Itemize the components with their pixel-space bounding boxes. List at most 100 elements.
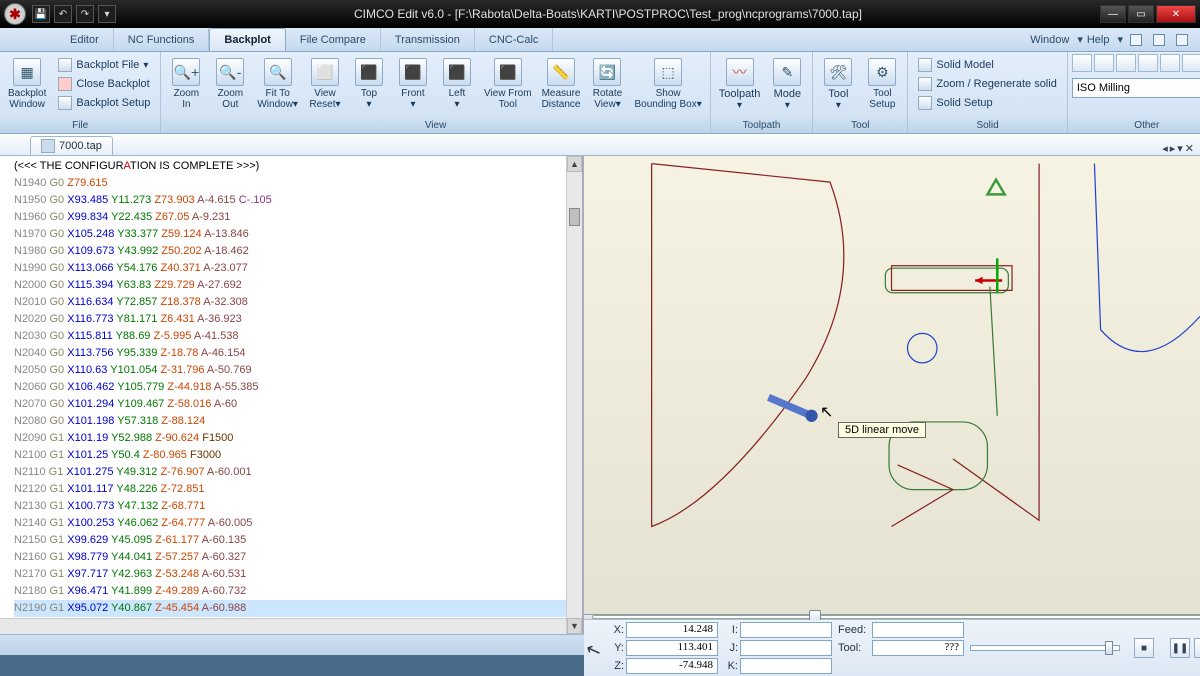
- code-line[interactable]: N2160 G1 X98.779 Y44.041 Z-57.257 A-60.3…: [14, 549, 572, 566]
- other-icon-3[interactable]: [1116, 54, 1136, 72]
- code-line[interactable]: N2010 G0 X116.634 Y72.857 Z18.378 A-32.3…: [14, 294, 572, 311]
- code-line[interactable]: N2130 G1 X100.773 Y47.132 Z-68.771: [14, 498, 572, 515]
- code-line[interactable]: N2100 G1 X101.25 Y50.4 Z-80.965 F3000: [14, 447, 572, 464]
- view-btn-view-from[interactable]: ⬛View FromTool: [480, 54, 536, 112]
- tab-close-icon[interactable]: ✕: [1185, 142, 1194, 155]
- code-line[interactable]: N2030 G0 X115.811 Y88.69 Z-5.995 A-41.53…: [14, 328, 572, 345]
- tab-cnc-calc[interactable]: CNC-Calc: [475, 28, 554, 51]
- code-line[interactable]: N2080 G0 X101.198 Y57.318 Z-88.124: [14, 413, 572, 430]
- step-fwd-button[interactable]: ▸: [1194, 638, 1200, 658]
- code-line[interactable]: N2120 G1 X101.117 Y48.226 Z-72.851: [14, 481, 572, 498]
- tool-setup-button[interactable]: ⚙Tool Setup: [861, 54, 903, 112]
- other-icon-4[interactable]: [1138, 54, 1158, 72]
- view-btn-fit-to[interactable]: 🔍Fit ToWindow▾: [253, 54, 302, 112]
- view-btn-top[interactable]: ⬛Top▾: [348, 54, 390, 112]
- close-backplot-button[interactable]: Close Backplot: [54, 75, 154, 93]
- view-btn-rotate[interactable]: 🔄RotateView▾: [586, 54, 628, 112]
- milling-dropdown[interactable]: ISO Milling▾: [1072, 78, 1200, 98]
- code-line[interactable]: N2170 G1 X97.717 Y42.963 Z-53.248 A-60.5…: [14, 566, 572, 583]
- editor-hscroll[interactable]: [0, 618, 566, 634]
- code-editor[interactable]: (<<< THE CONFIGURATION IS COMPLETE >>>) …: [0, 156, 582, 634]
- close-button[interactable]: ✕: [1156, 5, 1196, 23]
- readout-i: [740, 622, 832, 638]
- tab-list-icon[interactable]: ▾: [1177, 142, 1183, 155]
- tab-prev-icon[interactable]: ◂: [1162, 142, 1168, 155]
- speed-thumb[interactable]: [1105, 641, 1113, 655]
- code-line[interactable]: N2110 G1 X101.275 Y49.312 Z-76.907 A-60.…: [14, 464, 572, 481]
- code-line[interactable]: N1940 G0 Z79.615: [14, 175, 572, 192]
- maximize-button[interactable]: ▭: [1128, 5, 1154, 23]
- undo-icon[interactable]: ↶: [54, 5, 72, 23]
- slider-track[interactable]: [592, 615, 1200, 619]
- code-line[interactable]: N2140 G1 X100.253 Y46.062 Z-64.777 A-60.…: [14, 515, 572, 532]
- view-btn-measure[interactable]: 📏MeasureDistance: [538, 54, 585, 112]
- window-menu[interactable]: Window: [1030, 34, 1069, 46]
- view-btn-show[interactable]: ⬚ShowBounding Box▾: [630, 54, 705, 112]
- help-menu[interactable]: Help: [1087, 34, 1110, 46]
- code-line[interactable]: N1950 G0 X93.485 Y11.273 Z73.903 A-4.615…: [14, 192, 572, 209]
- pause-button[interactable]: ❚❚: [1170, 638, 1190, 658]
- readout-tool: ???: [872, 640, 964, 656]
- document-tab[interactable]: 7000.tap: [30, 136, 113, 155]
- code-line[interactable]: N2150 G1 X99.629 Y45.095 Z-61.177 A-60.1…: [14, 532, 572, 549]
- backplot-window-button[interactable]: ▦ Backplot Window: [4, 54, 50, 112]
- speed-slider[interactable]: [970, 645, 1120, 651]
- mdi-minimize-icon[interactable]: [1130, 34, 1142, 46]
- stop-button[interactable]: ■: [1134, 638, 1154, 658]
- redo-icon[interactable]: ↷: [76, 5, 94, 23]
- code-line[interactable]: N2180 G1 X96.471 Y41.899 Z-49.289 A-60.7…: [14, 583, 572, 600]
- editor-vscroll[interactable]: ▲▼: [566, 156, 582, 634]
- code-line[interactable]: N2000 G0 X115.394 Y63.83 Z29.729 A-27.69…: [14, 277, 572, 294]
- mdi-close-icon[interactable]: [1176, 34, 1188, 46]
- tab-file-compare[interactable]: File Compare: [286, 28, 381, 51]
- other-icon-6[interactable]: [1182, 54, 1200, 72]
- tab-backplot[interactable]: Backplot: [209, 28, 285, 51]
- solid-setup-button[interactable]: Solid Setup: [914, 94, 1060, 112]
- code-line[interactable]: N2070 G0 X101.294 Y109.467 Z-58.016 A-60: [14, 396, 572, 413]
- code-line[interactable]: N1960 G0 X99.834 Y22.435 Z67.05 A-9.231: [14, 209, 572, 226]
- view-btn-zoom[interactable]: 🔍+ZoomIn: [165, 54, 207, 112]
- toolpath-button[interactable]: 〰Toolpath▾: [715, 54, 765, 113]
- other-icon-2[interactable]: [1094, 54, 1114, 72]
- code-line[interactable]: N1980 G0 X109.673 Y43.992 Z50.202 A-18.4…: [14, 243, 572, 260]
- mode-button[interactable]: ✎Mode▾: [766, 54, 808, 113]
- view-btn-front[interactable]: ⬛Front▾: [392, 54, 434, 112]
- window-title: CIMCO Edit v6.0 - [F:\Rabota\Delta-Boats…: [116, 7, 1100, 21]
- tab-nc-functions[interactable]: NC Functions: [114, 28, 210, 51]
- code-line[interactable]: N1990 G0 X113.066 Y54.176 Z40.371 A-23.0…: [14, 260, 572, 277]
- minimize-button[interactable]: —: [1100, 5, 1126, 23]
- backplot-canvas[interactable]: ↖ 5D linear move: [584, 156, 1200, 615]
- label-k: K:: [724, 660, 738, 672]
- other-icon-1[interactable]: [1072, 54, 1092, 72]
- code-line[interactable]: N2090 G1 X101.19 Y52.988 Z-90.624 F1500: [14, 430, 572, 447]
- quick-access-toolbar: 💾 ↶ ↷ ▾: [32, 5, 116, 23]
- solid-model-button[interactable]: Solid Model: [914, 56, 1060, 74]
- scroll-down-icon[interactable]: ▼: [567, 618, 582, 634]
- mdi-restore-icon[interactable]: [1153, 34, 1165, 46]
- backplot-file-button[interactable]: Backplot File ▾: [54, 56, 154, 74]
- code-line[interactable]: N1970 G0 X105.248 Y33.377 Z59.124 A-13.8…: [14, 226, 572, 243]
- tab-next-icon[interactable]: ▸: [1170, 142, 1176, 155]
- qat-dropdown-icon[interactable]: ▾: [98, 5, 116, 23]
- tab-editor[interactable]: Editor: [56, 28, 114, 51]
- view-btn-view[interactable]: ⬜ViewReset▾: [304, 54, 346, 112]
- scroll-thumb[interactable]: [569, 208, 580, 226]
- view-btn-zoom[interactable]: 🔍-ZoomOut: [209, 54, 251, 112]
- view-btn-left[interactable]: ⬛Left▾: [436, 54, 478, 112]
- cursor-icon: ↖: [820, 402, 833, 422]
- code-line[interactable]: N2190 G1 X95.072 Y40.867 Z-45.454 A-60.9…: [14, 600, 572, 617]
- code-line[interactable]: N2050 G0 X110.63 Y101.054 Z-31.796 A-50.…: [14, 362, 572, 379]
- code-line[interactable]: N2060 G0 X106.462 Y105.779 Z-44.918 A-55…: [14, 379, 572, 396]
- tab-transmission[interactable]: Transmission: [381, 28, 475, 51]
- label-y: Y:: [610, 642, 624, 654]
- code-line[interactable]: N2040 G0 X113.756 Y95.339 Z-18.78 A-46.1…: [14, 345, 572, 362]
- label-feed: Feed:: [838, 624, 870, 636]
- zoom-regenerate-button[interactable]: Zoom / Regenerate solid: [914, 75, 1060, 93]
- other-icon-5[interactable]: [1160, 54, 1180, 72]
- code-header: (<<< THE CONFIGURATION IS COMPLETE >>>): [14, 160, 259, 172]
- code-line[interactable]: N2020 G0 X116.773 Y81.171 Z6.431 A-36.92…: [14, 311, 572, 328]
- save-icon[interactable]: 💾: [32, 5, 50, 23]
- tool-button[interactable]: 🛠Tool▾: [817, 54, 859, 113]
- scroll-up-icon[interactable]: ▲: [567, 156, 582, 172]
- backplot-setup-button[interactable]: Backplot Setup: [54, 94, 154, 112]
